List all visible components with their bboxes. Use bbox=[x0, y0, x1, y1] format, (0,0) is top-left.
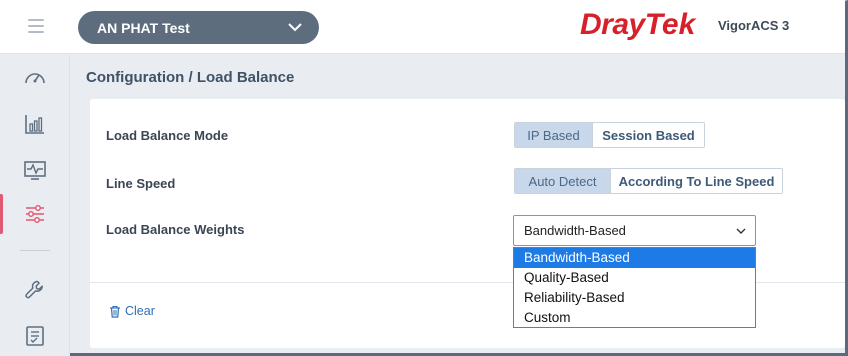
sidebar-item-logs[interactable] bbox=[0, 314, 70, 356]
mode-label: Load Balance Mode bbox=[106, 128, 229, 143]
trash-icon bbox=[110, 305, 120, 318]
mode-option-session-based[interactable]: Session Based bbox=[592, 123, 704, 147]
sidebar-item-maintenance[interactable] bbox=[0, 268, 70, 312]
sidebar bbox=[0, 54, 70, 356]
speed-option-auto-detect[interactable]: Auto Detect bbox=[515, 169, 610, 193]
sidebar-item-monitoring[interactable] bbox=[0, 102, 70, 146]
clear-button[interactable]: Clear bbox=[109, 304, 155, 318]
speedometer-icon bbox=[25, 73, 45, 84]
weights-select[interactable]: Bandwidth-Based bbox=[513, 215, 756, 246]
mode-segmented-control: IP Based Session Based bbox=[514, 122, 705, 148]
menu-icon[interactable] bbox=[28, 19, 44, 33]
bar-chart-icon bbox=[25, 115, 44, 134]
chevron-down-icon bbox=[288, 23, 302, 32]
device-name: AN PHAT Test bbox=[97, 19, 190, 36]
line-speed-label: Line Speed bbox=[106, 176, 176, 191]
line-speed-segmented-control: Auto Detect According To Line Speed bbox=[514, 168, 783, 194]
weights-option-reliability[interactable]: Reliability-Based bbox=[514, 288, 755, 308]
sidebar-item-dashboard[interactable] bbox=[0, 56, 70, 100]
clear-label: Clear bbox=[125, 304, 155, 318]
weights-option-custom[interactable]: Custom bbox=[514, 308, 755, 328]
sidebar-item-configuration[interactable] bbox=[0, 192, 70, 236]
product-name: VigorACS 3 bbox=[718, 18, 790, 33]
monitor-pulse-icon bbox=[24, 161, 46, 180]
wrench-icon bbox=[25, 280, 43, 299]
chevron-down-icon bbox=[736, 228, 746, 234]
weights-option-quality[interactable]: Quality-Based bbox=[514, 268, 755, 288]
checklist-icon bbox=[26, 326, 44, 346]
weights-dropdown-list: Bandwidth-Based Quality-Based Reliabilit… bbox=[513, 247, 756, 328]
weights-option-bandwidth[interactable]: Bandwidth-Based bbox=[514, 248, 755, 268]
speed-option-according-to-line-speed[interactable]: According To Line Speed bbox=[610, 169, 782, 193]
mode-option-ip-based[interactable]: IP Based bbox=[515, 123, 592, 147]
weights-label: Load Balance Weights bbox=[106, 222, 245, 237]
device-selector[interactable]: AN PHAT Test bbox=[78, 11, 319, 44]
sidebar-item-diagnostics[interactable] bbox=[0, 148, 70, 192]
breadcrumb: Configuration / Load Balance bbox=[86, 69, 295, 86]
top-bar: AN PHAT Test Dray Tek VigorACS 3 bbox=[0, 0, 845, 54]
sliders-icon bbox=[26, 205, 44, 223]
weights-select-value: Bandwidth-Based bbox=[524, 223, 626, 238]
sidebar-divider bbox=[20, 250, 50, 251]
draytek-logo: Dray Tek bbox=[580, 8, 696, 41]
